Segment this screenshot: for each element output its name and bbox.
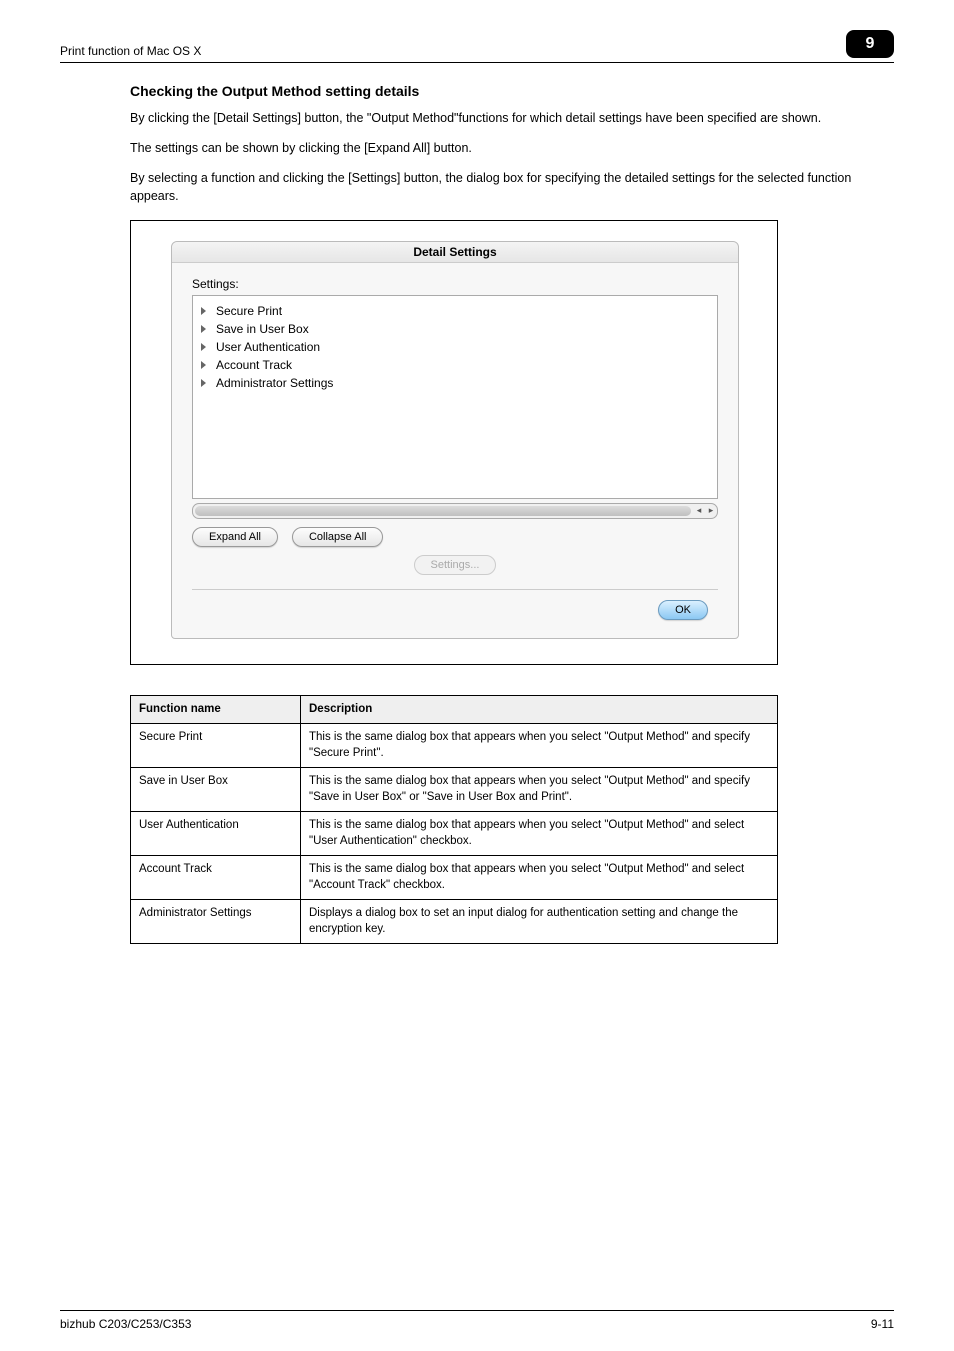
list-item-label: Save in User Box: [216, 322, 309, 336]
disclosure-triangle-icon[interactable]: [201, 343, 206, 351]
list-item-label: Administrator Settings: [216, 376, 333, 390]
footer-model: bizhub C203/C253/C353: [60, 1317, 191, 1331]
dialog-separator: [192, 589, 718, 590]
table-header-description: Description: [301, 695, 778, 724]
table-cell-desc: This is the same dialog box that appears…: [301, 768, 778, 812]
table-row: Secure Print This is the same dialog box…: [131, 724, 778, 768]
header-breadcrumb: Print function of Mac OS X: [60, 44, 201, 58]
dialog-screenshot-frame: Detail Settings Settings: Secure Print S…: [130, 220, 778, 665]
table-cell-desc: This is the same dialog box that appears…: [301, 724, 778, 768]
scroll-left-icon[interactable]: ◂: [693, 505, 705, 516]
paragraph-3: By selecting a function and clicking the…: [130, 169, 894, 205]
table-cell-name: Administrator Settings: [131, 900, 301, 944]
disclosure-triangle-icon[interactable]: [201, 325, 206, 333]
paragraph-2: The settings can be shown by clicking th…: [130, 139, 894, 157]
scroll-right-icon[interactable]: ▸: [705, 505, 717, 516]
expand-all-button[interactable]: Expand All: [192, 527, 278, 547]
list-item-label: Secure Print: [216, 304, 282, 318]
disclosure-triangle-icon[interactable]: [201, 361, 206, 369]
table-cell-name: Secure Print: [131, 724, 301, 768]
settings-button: Settings...: [414, 555, 497, 575]
dialog-title: Detail Settings: [172, 242, 738, 263]
settings-list[interactable]: Secure Print Save in User Box User Authe…: [192, 295, 718, 499]
horizontal-scrollbar[interactable]: ◂ ▸: [192, 503, 718, 519]
list-item[interactable]: Save in User Box: [201, 320, 709, 338]
settings-list-label: Settings:: [192, 277, 718, 291]
disclosure-triangle-icon[interactable]: [201, 307, 206, 315]
table-cell-desc: Displays a dialog box to set an input di…: [301, 900, 778, 944]
list-item[interactable]: Secure Print: [201, 302, 709, 320]
table-cell-desc: This is the same dialog box that appears…: [301, 856, 778, 900]
list-item-label: User Authentication: [216, 340, 320, 354]
list-item[interactable]: Administrator Settings: [201, 374, 709, 392]
section-heading: Checking the Output Method setting detai…: [130, 83, 894, 99]
header-rule: [60, 62, 894, 63]
disclosure-triangle-icon[interactable]: [201, 379, 206, 387]
footer-page-number: 9-11: [871, 1317, 894, 1331]
table-cell-desc: This is the same dialog box that appears…: [301, 812, 778, 856]
list-item[interactable]: User Authentication: [201, 338, 709, 356]
scrollbar-thumb[interactable]: [195, 506, 691, 516]
table-row: Administrator Settings Displays a dialog…: [131, 900, 778, 944]
paragraph-1: By clicking the [Detail Settings] button…: [130, 109, 894, 127]
list-item-label: Account Track: [216, 358, 292, 372]
table-cell-name: Account Track: [131, 856, 301, 900]
page-footer: bizhub C203/C253/C353 9-11: [60, 1310, 894, 1331]
list-item[interactable]: Account Track: [201, 356, 709, 374]
table-header-function: Function name: [131, 695, 301, 724]
ok-button[interactable]: OK: [658, 600, 708, 620]
table-row: User Authentication This is the same dia…: [131, 812, 778, 856]
table-cell-name: Save in User Box: [131, 768, 301, 812]
chapter-badge: 9: [846, 30, 894, 58]
table-row: Account Track This is the same dialog bo…: [131, 856, 778, 900]
table-cell-name: User Authentication: [131, 812, 301, 856]
description-table: Function name Description Secure Print T…: [130, 695, 778, 945]
collapse-all-button[interactable]: Collapse All: [292, 527, 383, 547]
table-row: Save in User Box This is the same dialog…: [131, 768, 778, 812]
detail-settings-dialog: Detail Settings Settings: Secure Print S…: [171, 241, 739, 639]
